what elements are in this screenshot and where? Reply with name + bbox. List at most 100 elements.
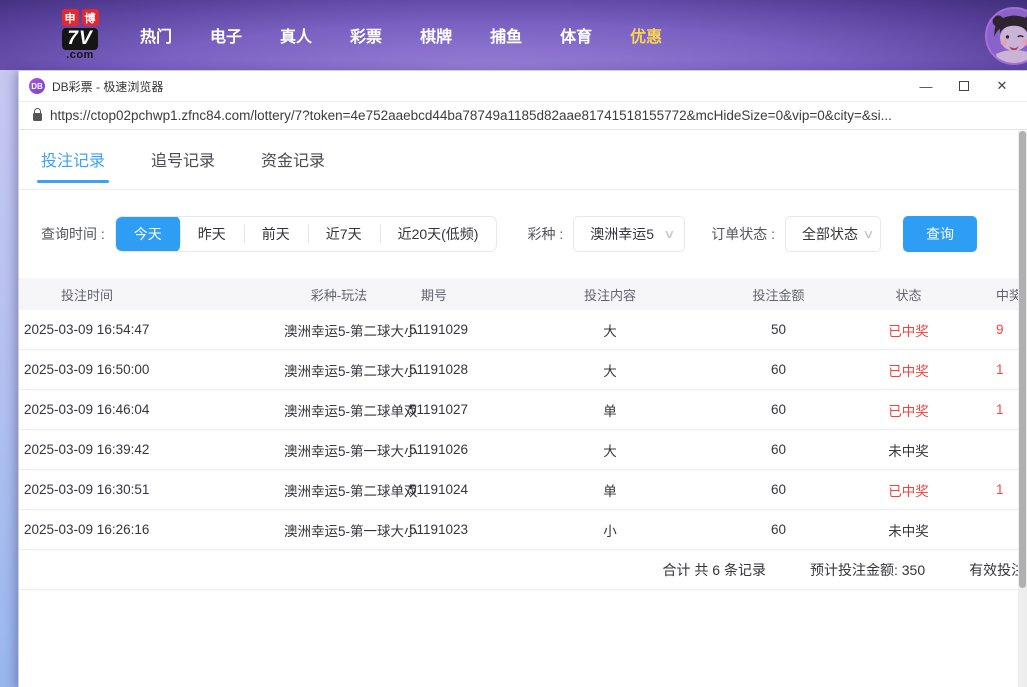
search-button[interactable]: 查询 <box>903 216 977 252</box>
cell-bet-amount: 60 <box>701 442 856 457</box>
time-option-2days-ago[interactable]: 前天 <box>244 216 308 252</box>
logo-text: 7V <box>62 28 97 50</box>
cell-bet-time: 2025-03-09 16:50:00 <box>19 362 269 377</box>
header-status: 状态 <box>856 285 961 304</box>
lottery-select-value: 澳洲幸运5 <box>590 224 654 244</box>
time-option-7days[interactable]: 近7天 <box>308 216 380 252</box>
filter-bar: 查询时间 : 今天 昨天 前天 近7天 近20天(低频) 彩种 : 澳洲幸运5 … <box>41 216 1027 252</box>
record-tabs: 投注记录 追号记录 资金记录 <box>19 130 1027 190</box>
cell-bet-amount: 60 <box>701 482 856 497</box>
cell-bet-amount: 60 <box>701 362 856 377</box>
nav-item-cards[interactable]: 棋牌 <box>420 23 452 47</box>
cell-bet-time: 2025-03-09 16:54:47 <box>19 322 269 337</box>
cell-game: 澳洲幸运5-第二球单双 <box>269 480 409 500</box>
close-icon[interactable]: ✕ <box>983 72 1021 100</box>
nav-item-promo[interactable]: 优惠 <box>630 23 662 47</box>
order-status-select[interactable]: 全部状态 ∨ <box>785 216 881 252</box>
address-bar[interactable]: https://ctop02pchwp1.zfnc84.com/lottery/… <box>19 101 1027 130</box>
tab-chase-records[interactable]: 追号记录 <box>151 147 215 189</box>
cell-bet-amount: 60 <box>701 522 856 537</box>
url-text[interactable]: https://ctop02pchwp1.zfnc84.com/lottery/… <box>50 108 892 123</box>
cell-issue: 51191023 <box>409 522 519 537</box>
chevron-down-icon: ∨ <box>664 227 676 241</box>
maximize-box <box>959 81 969 91</box>
app-icon: DB <box>29 78 45 94</box>
tab-bet-records[interactable]: 投注记录 <box>41 147 105 189</box>
chevron-down-icon: ∨ <box>862 227 874 241</box>
cell-bet-amount: 60 <box>701 402 856 417</box>
cell-issue: 51191029 <box>409 322 519 337</box>
lottery-filter-label: 彩种 : <box>527 224 563 244</box>
header-game: 彩种-玩法 <box>269 285 409 304</box>
browser-window: DB DB彩票 - 极速浏览器 — ✕ https://ctop02pchwp1… <box>18 70 1027 687</box>
time-option-today[interactable]: 今天 <box>116 216 180 252</box>
header-bet-time: 投注时间 <box>19 285 269 304</box>
table-row: 2025-03-09 16:50:00 澳洲幸运5-第二球大小 51191028… <box>19 350 1027 390</box>
cell-game: 澳洲幸运5-第一球大小 <box>269 520 409 540</box>
logo-badges: 申 博 <box>62 9 99 26</box>
logo-badge-2: 博 <box>82 9 99 26</box>
cell-status: 已中奖 <box>856 480 961 500</box>
site-logo[interactable]: 申 博 7V .com <box>52 9 108 61</box>
cell-bet-content: 单 <box>519 480 701 500</box>
window-scrollbar[interactable] <box>1018 131 1027 687</box>
avatar-illustration <box>987 9 1027 63</box>
window-title: DB彩票 - 极速浏览器 <box>52 78 163 95</box>
cell-bet-content: 单 <box>519 400 701 420</box>
window-controls: — ✕ <box>907 71 1021 101</box>
table-row: 2025-03-09 16:30:51 澳洲幸运5-第二球单双 51191024… <box>19 470 1027 510</box>
scrollbar-thumb[interactable] <box>1019 131 1026 588</box>
cell-game: 澳洲幸运5-第一球大小 <box>269 440 409 460</box>
cell-bet-time: 2025-03-09 16:39:42 <box>19 442 269 457</box>
cell-status: 已中奖 <box>856 320 961 340</box>
cell-bet-content: 大 <box>519 320 701 340</box>
tab-fund-records[interactable]: 资金记录 <box>261 147 325 189</box>
time-filter-label: 查询时间 : <box>41 224 105 244</box>
cell-status: 已中奖 <box>856 360 961 380</box>
site-nav-bar: 申 博 7V .com 热门 电子 真人 彩票 棋牌 捕鱼 体育 优惠 <box>0 0 1027 70</box>
table-row: 2025-03-09 16:39:42 澳洲幸运5-第一球大小 51191026… <box>19 430 1027 470</box>
summary-total-count: 合计 共 6 条记录 <box>663 560 766 580</box>
table-header-row: 投注时间 彩种-玩法 期号 投注内容 投注金额 状态 中奖金额 <box>19 278 1027 310</box>
lock-icon <box>33 113 42 121</box>
cell-game: 澳洲幸运5-第二球大小 <box>269 360 409 380</box>
window-titlebar[interactable]: DB DB彩票 - 极速浏览器 — ✕ <box>19 71 1027 101</box>
cell-bet-time: 2025-03-09 16:46:04 <box>19 402 269 417</box>
cell-bet-content: 大 <box>519 440 701 460</box>
nav-item-slots[interactable]: 电子 <box>210 23 242 47</box>
cell-bet-time: 2025-03-09 16:26:16 <box>19 522 269 537</box>
table-row: 2025-03-09 16:46:04 澳洲幸运5-第二球单双 51191027… <box>19 390 1027 430</box>
logo-subtext: .com <box>66 50 94 61</box>
cell-status: 未中奖 <box>856 520 961 540</box>
nav-item-fishing[interactable]: 捕鱼 <box>490 23 522 47</box>
minimize-icon[interactable]: — <box>907 72 945 100</box>
cell-issue: 51191028 <box>409 362 519 377</box>
time-filter-group: 今天 昨天 前天 近7天 近20天(低频) <box>115 216 498 252</box>
cell-bet-amount: 50 <box>701 322 856 337</box>
cell-issue: 51191026 <box>409 442 519 457</box>
header-issue: 期号 <box>409 285 519 304</box>
lottery-select[interactable]: 澳洲幸运5 ∨ <box>573 216 685 252</box>
cell-bet-time: 2025-03-09 16:30:51 <box>19 482 269 497</box>
bet-records-table: 投注时间 彩种-玩法 期号 投注内容 投注金额 状态 中奖金额 2025-03-… <box>19 278 1027 590</box>
nav-item-lottery[interactable]: 彩票 <box>350 23 382 47</box>
cell-issue: 51191024 <box>409 482 519 497</box>
table-row: 2025-03-09 16:26:16 澳洲幸运5-第一球大小 51191023… <box>19 510 1027 550</box>
nav-item-sports[interactable]: 体育 <box>560 23 592 47</box>
logo-badge-1: 申 <box>62 9 79 26</box>
nav-item-hot[interactable]: 热门 <box>140 23 172 47</box>
cell-status: 未中奖 <box>856 440 961 460</box>
user-avatar[interactable] <box>985 7 1027 65</box>
cell-bet-content: 小 <box>519 520 701 540</box>
time-option-20days[interactable]: 近20天(低频) <box>380 216 497 252</box>
header-bet-content: 投注内容 <box>519 285 701 304</box>
maximize-icon[interactable] <box>945 72 983 100</box>
summary-expected-bet: 预计投注金额: 350 <box>810 560 925 580</box>
table-row: 2025-03-09 16:54:47 澳洲幸运5-第二球大小 51191029… <box>19 310 1027 350</box>
nav-item-live[interactable]: 真人 <box>280 23 312 47</box>
order-status-value: 全部状态 <box>802 224 858 244</box>
time-option-yesterday[interactable]: 昨天 <box>180 216 244 252</box>
site-nav-menu: 热门 电子 真人 彩票 棋牌 捕鱼 体育 优惠 <box>140 23 662 47</box>
cell-bet-content: 大 <box>519 360 701 380</box>
cell-game: 澳洲幸运5-第二球单双 <box>269 400 409 420</box>
